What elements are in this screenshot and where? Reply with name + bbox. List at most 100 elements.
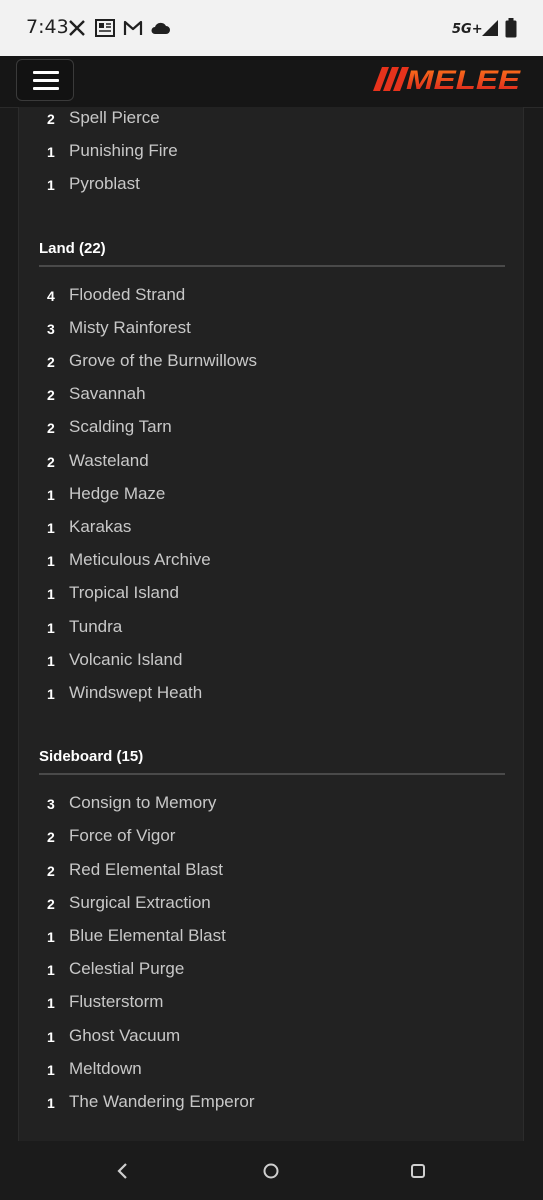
network-type: 5G+ xyxy=(452,22,483,37)
card-name[interactable]: Meticulous Archive xyxy=(69,550,211,570)
menu-button[interactable] xyxy=(16,59,74,101)
card-name[interactable]: Flusterstorm xyxy=(69,992,163,1012)
card-row[interactable]: 2 Scalding Tarn xyxy=(19,413,523,446)
card-row[interactable]: 4 Flooded Strand xyxy=(19,281,523,314)
card-name[interactable]: Flooded Strand xyxy=(69,285,185,305)
back-icon[interactable] xyxy=(111,1159,135,1183)
logo-text: MELEE xyxy=(406,65,521,95)
card-name[interactable]: Tropical Island xyxy=(69,583,179,603)
melee-logo[interactable]: MELEE xyxy=(372,62,522,96)
card-name[interactable]: Hedge Maze xyxy=(69,484,165,504)
card-quantity: 1 xyxy=(47,686,55,702)
card-row[interactable]: 1 Punishing Fire xyxy=(19,137,523,170)
card-name[interactable]: Red Elemental Blast xyxy=(69,860,223,880)
card-name[interactable]: Punishing Fire xyxy=(69,141,178,161)
card-row[interactable]: 1 Meltdown xyxy=(19,1055,523,1088)
card-quantity: 1 xyxy=(47,619,55,636)
card-row[interactable]: 1 Flusterstorm xyxy=(19,988,523,1021)
card-name[interactable]: Ghost Vacuum xyxy=(69,1026,180,1046)
card-name[interactable]: Surgical Extraction xyxy=(69,893,211,913)
card-quantity: 1 xyxy=(47,177,55,194)
card-quantity: 1 xyxy=(47,553,55,570)
system-nav-bar xyxy=(0,1141,543,1200)
cloud-icon xyxy=(150,18,170,38)
card-name[interactable]: Pyroblast xyxy=(69,174,140,194)
card-name[interactable]: Scalding Tarn xyxy=(69,417,172,437)
card-quantity: 3 xyxy=(47,796,55,813)
card-quantity: 2 xyxy=(47,354,55,370)
card-quantity: 3 xyxy=(47,320,55,337)
section-divider xyxy=(39,264,505,267)
hamburger-icon-line xyxy=(33,87,59,90)
card-row[interactable]: 2 Wasteland xyxy=(19,447,523,480)
card-row[interactable]: 1 Pyroblast xyxy=(19,170,523,203)
gmail-icon xyxy=(123,18,143,38)
card-name[interactable]: Karakas xyxy=(69,517,131,537)
card-quantity: 1 xyxy=(47,995,55,1012)
card-name[interactable]: Consign to Memory xyxy=(69,793,216,813)
card-name[interactable]: Misty Rainforest xyxy=(69,318,191,338)
card-row[interactable]: 1 Blue Elemental Blast xyxy=(19,922,523,955)
card-name[interactable]: Spell Pierce xyxy=(69,108,160,128)
card-name[interactable]: Volcanic Island xyxy=(69,650,182,670)
card-quantity: 2 xyxy=(47,453,55,470)
card-quantity: 1 xyxy=(47,962,55,979)
card-name[interactable]: Windswept Heath xyxy=(69,683,202,703)
card-name[interactable]: Force of Vigor xyxy=(69,826,175,846)
card-quantity: 2 xyxy=(47,387,55,404)
card-quantity: 1 xyxy=(47,586,55,603)
card-row[interactable]: 1 Windswept Heath xyxy=(19,679,523,712)
section-title: Sideboard (15) xyxy=(39,748,144,766)
card-quantity: 2 xyxy=(47,111,55,127)
card-row[interactable]: 2 Surgical Extraction xyxy=(19,889,523,922)
card-quantity: 2 xyxy=(47,829,55,846)
card-quantity: 1 xyxy=(47,652,55,669)
card-quantity: 2 xyxy=(47,420,55,437)
decklist-panel: 2 Spell Pierce 1 Punishing Fire 1 Pyroblast La… xyxy=(18,107,524,1141)
card-name[interactable]: Wasteland xyxy=(69,451,149,471)
card-row[interactable]: 1 Celestial Purge xyxy=(19,955,523,988)
signal-icon xyxy=(481,18,499,38)
card-name[interactable]: The Wandering Emperor xyxy=(69,1092,255,1112)
x-app-icon xyxy=(68,18,86,38)
app-header: MELEE xyxy=(0,56,543,108)
hamburger-icon-line xyxy=(33,79,59,82)
status-bar: 7:43 5G+ xyxy=(0,0,543,56)
card-row[interactable]: 1 Tropical Island xyxy=(19,579,523,612)
card-quantity: 1 xyxy=(47,1095,55,1111)
card-quantity: 1 xyxy=(47,486,55,503)
battery-icon xyxy=(505,18,517,38)
card-quantity: 1 xyxy=(47,144,55,161)
card-name[interactable]: Meltdown xyxy=(69,1059,142,1079)
card-row[interactable]: 3 Consign to Memory xyxy=(19,789,523,822)
card-row[interactable]: 1 Ghost Vacuum xyxy=(19,1022,523,1055)
card-row[interactable]: 1 The Wandering Emperor xyxy=(19,1088,523,1121)
card-row[interactable]: 1 Hedge Maze xyxy=(19,480,523,513)
section-divider xyxy=(39,773,505,776)
card-quantity: 1 xyxy=(47,520,55,536)
card-row[interactable]: 1 Meticulous Archive xyxy=(19,546,523,579)
card-quantity: 1 xyxy=(47,1061,55,1078)
card-name[interactable]: Celestial Purge xyxy=(69,959,184,979)
card-row[interactable]: 2 Grove of the Burnwillows xyxy=(19,347,523,380)
card-quantity: 2 xyxy=(47,895,55,912)
card-name[interactable]: Grove of the Burnwillows xyxy=(69,351,257,371)
card-name[interactable]: Tundra xyxy=(69,617,122,637)
card-row[interactable]: 2 Savannah xyxy=(19,380,523,413)
card-row[interactable]: 3 Misty Rainforest xyxy=(19,314,523,347)
home-icon[interactable] xyxy=(259,1159,283,1183)
card-row[interactable]: 1 Tundra xyxy=(19,613,523,646)
card-name[interactable]: Blue Elemental Blast xyxy=(69,926,226,946)
card-row[interactable]: 2 Spell Pierce xyxy=(19,107,523,137)
card-row[interactable]: 2 Red Elemental Blast xyxy=(19,856,523,889)
card-row[interactable]: 1 Karakas xyxy=(19,513,523,546)
card-quantity: 1 xyxy=(47,929,55,945)
card-quantity: 2 xyxy=(47,862,55,879)
card-row[interactable]: 1 Volcanic Island xyxy=(19,646,523,679)
card-name[interactable]: Savannah xyxy=(69,384,146,404)
card-quantity: 4 xyxy=(47,287,55,304)
section-title: Land (22) xyxy=(39,239,106,257)
status-time: 7:43 xyxy=(26,16,69,38)
recents-icon[interactable] xyxy=(406,1159,430,1183)
card-row[interactable]: 2 Force of Vigor xyxy=(19,822,523,855)
